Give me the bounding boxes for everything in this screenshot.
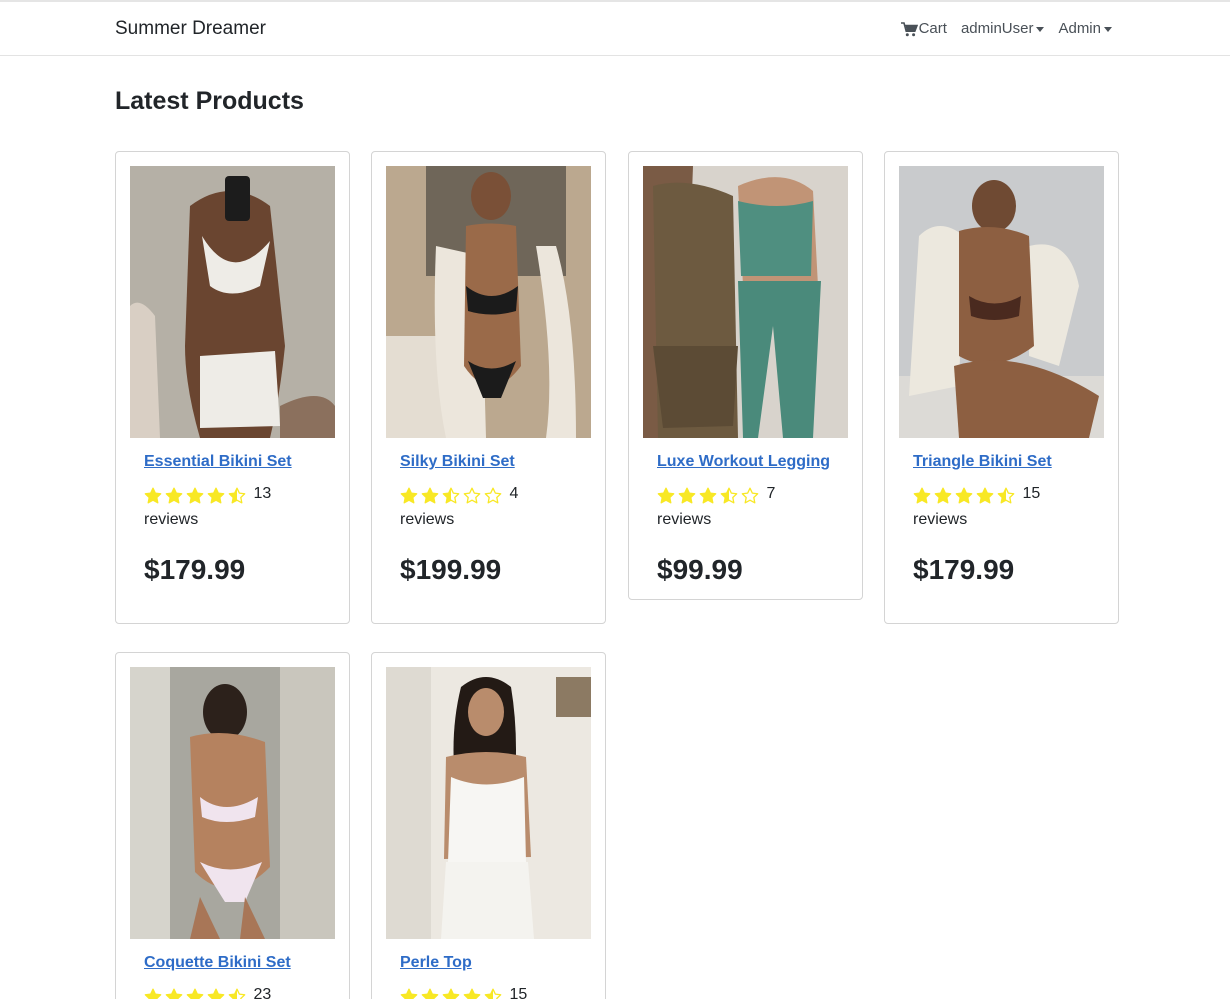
product-price: $99.99 xyxy=(657,554,743,585)
navbar: Summer Dreamer Cart adminUser Admin xyxy=(0,0,1230,56)
product-card: Essential Bikini Set 13 reviews $179.99 xyxy=(115,151,350,624)
cart-label: Cart xyxy=(918,20,947,37)
product-card: Triangle Bikini Set 15 reviews $179.99 xyxy=(884,151,1119,624)
caret-down-icon xyxy=(1104,27,1112,32)
star-full-icon xyxy=(421,487,439,504)
product-price: $179.99 xyxy=(913,554,1015,585)
card-body: Perle Top 15 xyxy=(386,939,591,999)
nav-right: Cart adminUser Admin xyxy=(900,20,1112,38)
star-full-icon xyxy=(699,487,717,504)
star-full-icon xyxy=(186,988,204,999)
product-image[interactable] xyxy=(130,166,335,438)
star-full-icon xyxy=(678,487,696,504)
star-full-icon xyxy=(400,487,418,504)
star-empty-icon xyxy=(741,487,759,504)
star-full-icon xyxy=(186,487,204,504)
star-full-icon xyxy=(913,487,931,504)
star-full-icon xyxy=(165,988,183,999)
rating-stars xyxy=(657,484,762,508)
product-price: $179.99 xyxy=(144,554,246,585)
star-half-icon xyxy=(228,988,246,999)
star-half-icon xyxy=(720,487,738,504)
cart-icon xyxy=(900,21,918,36)
user-dropdown[interactable]: adminUser xyxy=(961,20,1045,38)
star-full-icon xyxy=(144,487,162,504)
star-half-icon xyxy=(484,988,502,999)
star-empty-icon xyxy=(484,487,502,504)
card-body: Triangle Bikini Set 15 reviews $179.99 xyxy=(899,438,1104,588)
star-full-icon xyxy=(207,487,225,504)
product-title[interactable]: Silky Bikini Set xyxy=(400,452,577,472)
product-rating: 15 reviews xyxy=(913,482,1090,532)
rating-stars xyxy=(144,484,249,508)
product-title[interactable]: Essential Bikini Set xyxy=(144,452,321,472)
star-full-icon xyxy=(400,988,418,999)
star-full-icon xyxy=(955,487,973,504)
product-image[interactable] xyxy=(643,166,848,438)
star-full-icon xyxy=(442,988,460,999)
product-image[interactable] xyxy=(899,166,1104,438)
admin-dropdown[interactable]: Admin xyxy=(1058,20,1112,38)
rating-stars xyxy=(144,985,249,999)
star-full-icon xyxy=(144,988,162,999)
product-rating: 7 reviews xyxy=(657,482,834,532)
star-half-icon xyxy=(997,487,1015,504)
card-body: Silky Bikini Set 4 reviews $199.99 xyxy=(386,438,591,588)
star-full-icon xyxy=(207,988,225,999)
star-full-icon xyxy=(165,487,183,504)
product-rating: 4 reviews xyxy=(400,482,577,532)
product-image[interactable] xyxy=(386,166,591,438)
rating-stars xyxy=(400,985,505,999)
star-full-icon xyxy=(934,487,952,504)
product-title[interactable]: Coquette Bikini Set xyxy=(144,953,321,973)
product-rating: 23 xyxy=(144,983,321,999)
card-body: Essential Bikini Set 13 reviews $179.99 xyxy=(130,438,335,588)
star-full-icon xyxy=(976,487,994,504)
product-title[interactable]: Triangle Bikini Set xyxy=(913,452,1090,472)
star-half-icon xyxy=(228,487,246,504)
product-card: Coquette Bikini Set 23 xyxy=(115,652,350,999)
product-rating: 13 reviews xyxy=(144,482,321,532)
caret-down-icon xyxy=(1036,27,1045,32)
star-half-icon xyxy=(442,487,460,504)
card-body: Luxe Workout Legging 7 reviews $99.99 xyxy=(643,438,848,588)
product-title[interactable]: Perle Top xyxy=(400,953,577,973)
page-title: Latest Products xyxy=(115,87,304,115)
product-card: Perle Top 15 xyxy=(371,652,606,999)
product-rating: 15 xyxy=(400,983,577,999)
star-full-icon xyxy=(463,988,481,999)
card-body: Coquette Bikini Set 23 xyxy=(130,939,335,999)
product-image[interactable] xyxy=(130,667,335,939)
product-price: $199.99 xyxy=(400,554,502,585)
product-title[interactable]: Luxe Workout Legging xyxy=(657,452,834,472)
admin-label: Admin xyxy=(1058,20,1101,37)
star-full-icon xyxy=(421,988,439,999)
star-empty-icon xyxy=(463,487,481,504)
brand-link[interactable]: Summer Dreamer xyxy=(115,18,266,40)
rating-stars xyxy=(400,484,505,508)
cart-link[interactable]: Cart xyxy=(900,20,947,38)
product-card: Silky Bikini Set 4 reviews $199.99 xyxy=(371,151,606,624)
user-label: adminUser xyxy=(960,20,1034,37)
product-image[interactable] xyxy=(386,667,591,939)
product-card: Luxe Workout Legging 7 reviews $99.99 xyxy=(628,151,863,600)
star-full-icon xyxy=(657,487,675,504)
rating-stars xyxy=(913,484,1018,508)
reviews-count: 15 xyxy=(509,986,528,999)
reviews-count: 23 xyxy=(253,986,272,999)
